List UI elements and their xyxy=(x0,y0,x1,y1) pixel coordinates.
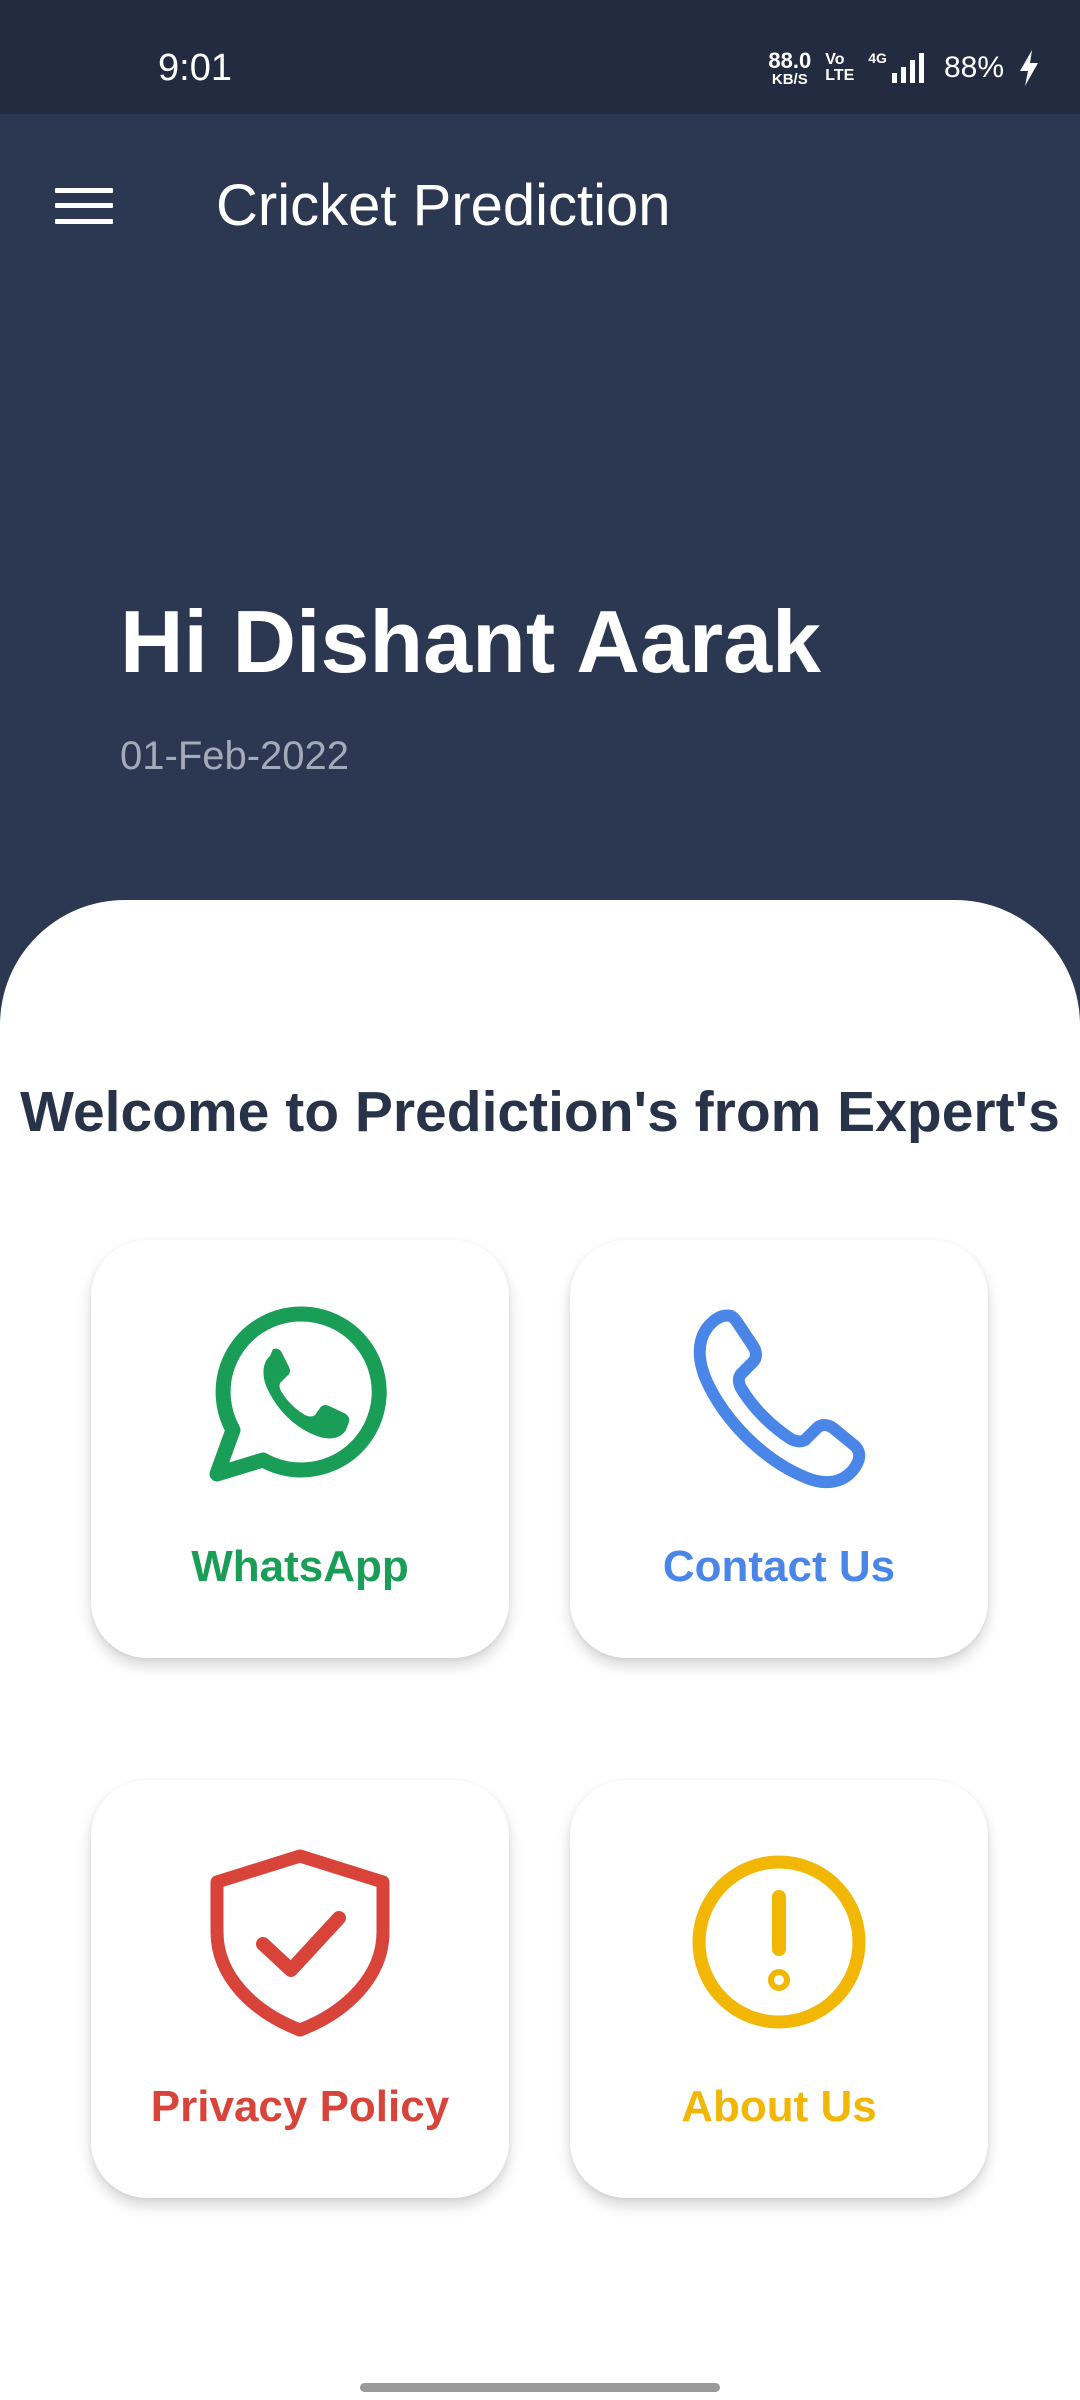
shield-check-icon xyxy=(210,1849,390,2037)
shield-icon-wrap xyxy=(91,1848,509,2038)
info-alert-icon xyxy=(692,1855,866,2029)
status-icons: 88.0 KB/S Vo LTE 4G 88% xyxy=(768,44,1040,92)
status-time: 9:01 xyxy=(158,47,232,89)
charging-bolt-icon xyxy=(1020,50,1038,86)
signal-bars-icon xyxy=(891,53,924,83)
about-us-label: About Us xyxy=(681,2082,877,2131)
signal-icon: 4G xyxy=(868,51,930,85)
volte-icon: Vo LTE xyxy=(825,52,854,84)
privacy-policy-label: Privacy Policy xyxy=(150,2082,450,2131)
welcome-heading: Welcome to Prediction's from Expert's xyxy=(20,1080,1060,1144)
volte-bottom: LTE xyxy=(825,67,855,84)
network-speed-unit: KB/S xyxy=(771,70,808,88)
user-greeting: Hi Dishant Aarak xyxy=(120,592,821,691)
phone-icon xyxy=(693,1309,866,1489)
whatsapp-icon xyxy=(209,1306,387,1482)
status-bar: 9:01 88.0 KB/S Vo LTE 4G 88% xyxy=(0,0,1080,114)
volte-top: Vo xyxy=(825,51,845,68)
menu-button[interactable] xyxy=(52,174,116,238)
about-us-card[interactable]: About Us xyxy=(570,1780,988,2198)
current-date: 01-Feb-2022 xyxy=(120,734,350,778)
whatsapp-card[interactable]: WhatsApp xyxy=(91,1240,509,1658)
battery-level: 88% xyxy=(943,51,1004,84)
contact-us-card[interactable]: Contact Us xyxy=(570,1240,988,1658)
app-title: Cricket Prediction xyxy=(216,173,671,238)
network-type: 4G xyxy=(868,50,887,66)
network-speed-value: 88.0 xyxy=(768,47,812,73)
network-speed: 88.0 KB/S xyxy=(768,47,812,88)
info-icon-wrap xyxy=(570,1852,988,2032)
whatsapp-label: WhatsApp xyxy=(191,1542,409,1591)
app-screen: 9:01 88.0 KB/S Vo LTE 4G 88% Cricket Pre… xyxy=(0,0,1080,2400)
privacy-policy-card[interactable]: Privacy Policy xyxy=(91,1780,509,2198)
whatsapp-icon-wrap xyxy=(91,1300,509,1490)
home-indicator[interactable] xyxy=(360,2383,720,2392)
hamburger-menu-icon xyxy=(55,188,113,224)
content-sheet: Welcome to Prediction's from Expert's Wh… xyxy=(0,900,1080,2400)
phone-icon-wrap xyxy=(570,1300,988,1490)
contact-us-label: Contact Us xyxy=(662,1542,896,1591)
